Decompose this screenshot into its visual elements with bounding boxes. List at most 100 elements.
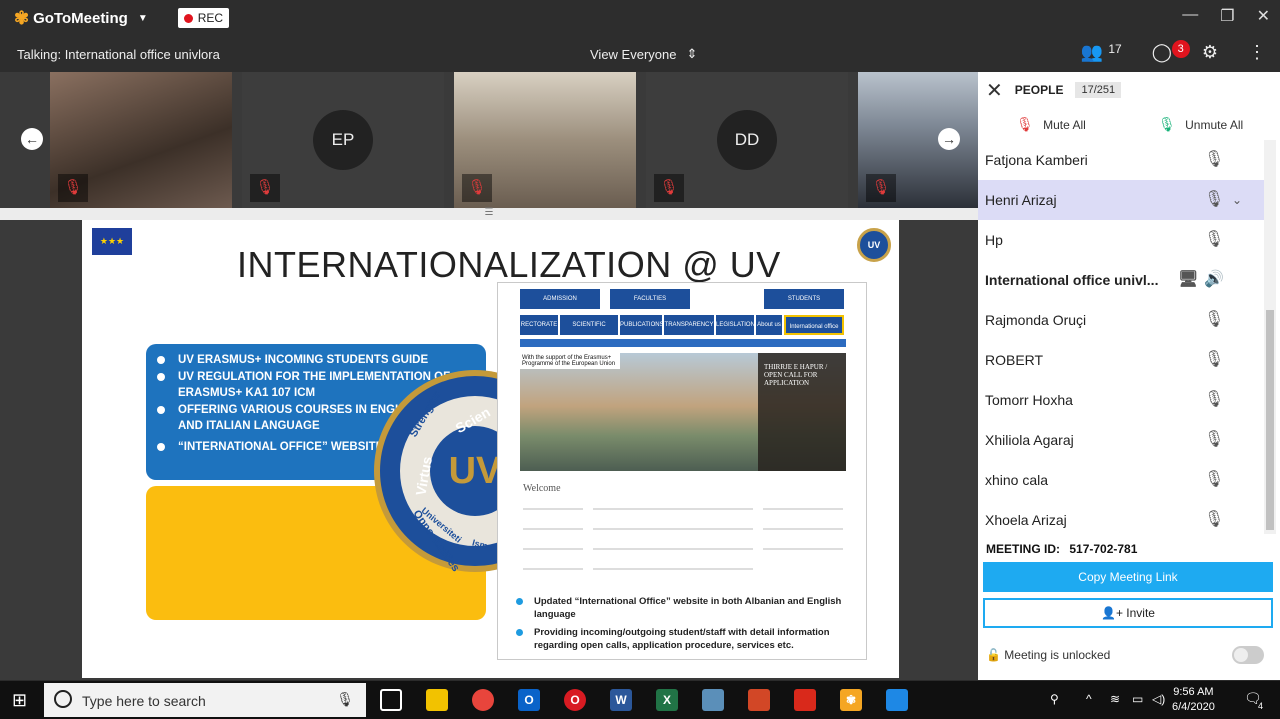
muted-mic-icon[interactable]: 🎙 (1204, 420, 1224, 460)
word-icon[interactable]: W (610, 689, 632, 711)
muted-mic-icon[interactable]: 🎙 (1204, 300, 1224, 340)
volume-icon[interactable]: ◁) (1152, 692, 1165, 706)
muted-mic-icon[interactable]: 🎙 (1204, 140, 1224, 180)
list-item[interactable]: Rajmonda Oruçi 🎙 (978, 300, 1264, 340)
close-icon[interactable]: ✕ (1257, 6, 1270, 26)
gotomeeting-flower-icon: ✾ (14, 7, 30, 28)
people-count: 17 (1108, 42, 1122, 56)
list-item[interactable]: Xhoela Arizaj 🎙 (978, 500, 1264, 540)
people-scrollbar[interactable] (1264, 140, 1276, 534)
divider (593, 528, 753, 530)
mute-controls: 🎙 Mute All 🎙 Unmute All (978, 108, 1280, 140)
video-tile[interactable]: 🎙 (858, 72, 978, 208)
minimize-icon[interactable]: — (1182, 6, 1198, 26)
chevron-down-icon[interactable]: ⌄ (1232, 180, 1242, 220)
meeting-id-label: MEETING ID: (986, 542, 1060, 556)
chrome-icon[interactable] (472, 689, 494, 711)
previous-arrow-icon[interactable]: ← (21, 128, 43, 150)
network-icon[interactable]: ≋ (1110, 692, 1120, 706)
chat-button[interactable]: ◯ 3 (1152, 40, 1190, 63)
person-name: Henri Arizaj (985, 192, 1057, 208)
system-clock[interactable]: 9:56 AM 6/4/2020 (1172, 685, 1215, 715)
video-tile[interactable]: DD 🎙 (646, 72, 848, 208)
web-bullet: Providing incoming/outgoing student/staf… (516, 626, 856, 652)
muted-mic-icon: 🎙 (58, 174, 88, 202)
person-name: xhino cala (985, 472, 1049, 488)
outlook-icon[interactable]: O (518, 689, 540, 711)
divider (593, 548, 753, 550)
gotomeeting-icon[interactable]: ✾ (840, 689, 862, 711)
list-item[interactable]: Fatjona Kamberi 🎙 (978, 140, 1264, 180)
clock-time: 9:56 AM (1173, 686, 1214, 698)
close-panel-icon[interactable]: ✕ (986, 78, 1003, 103)
list-item[interactable]: International office univl... 🖥 🔊 (978, 260, 1264, 300)
muted-mic-icon[interactable]: 🎙 (1204, 220, 1224, 260)
talking-indicator: Talking: International office univlora (17, 47, 220, 62)
unmute-all-button[interactable]: 🎙 Unmute All (1158, 116, 1243, 133)
app-icon[interactable] (886, 689, 908, 711)
excel-icon[interactable]: X (656, 689, 678, 711)
search-input[interactable]: Type here to search 🎙 (44, 683, 366, 717)
windows-start-icon[interactable]: ⊞ (12, 690, 27, 711)
list-item[interactable]: xhino cala 🎙 (978, 460, 1264, 500)
resize-handle[interactable]: ☰ (0, 208, 978, 220)
presentation-slide: ★★★ UV INTERNATIONALIZATION @ UV UV ERAS… (82, 220, 899, 678)
divider (763, 508, 843, 510)
invite-button[interactable]: 👤+ Invite (983, 598, 1273, 628)
muted-mic-icon[interactable]: 🎙 (1204, 180, 1224, 220)
muted-mic-icon[interactable]: 🎙 (1204, 460, 1224, 500)
next-arrow-icon[interactable]: → (938, 128, 960, 150)
list-item[interactable]: Tomorr Hoxha 🎙 (978, 380, 1264, 420)
muted-mic-icon[interactable]: 🎙 (1204, 500, 1224, 540)
web-welcome-heading: Welcome (523, 483, 561, 494)
chevron-down-icon[interactable]: ▼ (138, 13, 148, 24)
meeting-id: MEETING ID: 517-702-781 (986, 542, 1137, 556)
battery-icon[interactable]: ▭ (1132, 692, 1143, 706)
slide-title: INTERNATIONALIZATION @ UV (237, 244, 781, 285)
video-tile[interactable]: 🎙 (454, 72, 636, 208)
file-explorer-icon[interactable] (426, 689, 448, 711)
muted-mic-icon[interactable]: 🎙 (1204, 340, 1224, 380)
scrollbar-thumb[interactable] (1266, 310, 1274, 530)
muted-mic-icon: 🎙 (866, 174, 896, 202)
slide-bullet: OFFERING VARIOUS COURSES IN ENGLISH AND … (152, 402, 422, 435)
list-item[interactable]: Xhiliola Agaraj 🎙 (978, 420, 1264, 460)
video-tile[interactable]: EP 🎙 (242, 72, 444, 208)
muted-mic-icon: 🎙 (654, 174, 684, 202)
microphone-icon[interactable]: 🎙 (336, 691, 354, 708)
restore-icon[interactable]: ❐ (1220, 6, 1234, 26)
app-icon[interactable] (702, 689, 724, 711)
gear-icon[interactable]: ⚙ (1202, 42, 1218, 63)
web-nav-item: STUDENTS (764, 289, 844, 309)
people-tray-icon[interactable]: ⚲ (1050, 692, 1059, 706)
person-name: Rajmonda Oruçi (985, 312, 1087, 328)
video-tile[interactable]: 🎙 (50, 72, 232, 208)
people-icon: 👥 (1080, 42, 1104, 62)
more-menu-icon[interactable]: ⋮ (1248, 42, 1266, 63)
open-call-caption: THIRRJE E HAPUR / OPEN CALL FOR APPLICAT… (758, 353, 846, 471)
list-item[interactable]: ROBERT 🎙 (978, 340, 1264, 380)
mute-all-button[interactable]: 🎙 Mute All (1016, 116, 1086, 133)
app-logo[interactable]: ✾ GoToMeeting ▼ (14, 8, 148, 29)
copy-meeting-link-button[interactable]: Copy Meeting Link (983, 562, 1273, 592)
people-button[interactable]: 👥 17 (1081, 42, 1122, 63)
view-mode-selector[interactable]: View Everyone ⇕ (590, 46, 697, 62)
notification-count: 4 (1258, 701, 1264, 711)
pdf-icon[interactable] (794, 689, 816, 711)
muted-mic-icon[interactable]: 🎙 (1204, 380, 1224, 420)
recording-indicator[interactable]: REC (177, 8, 230, 28)
task-view-icon[interactable] (380, 689, 402, 711)
web-nav-item: PUBLICATIONS (620, 315, 664, 335)
opera-icon[interactable]: O (564, 689, 586, 711)
unmute-all-label: Unmute All (1185, 118, 1244, 132)
mute-all-label: Mute All (1043, 118, 1086, 132)
list-item[interactable]: Hp 🎙 (978, 220, 1264, 260)
list-item[interactable]: Henri Arizaj 🎙 ⌄ (978, 180, 1264, 220)
windows-taskbar: ⊞ Type here to search 🎙 O O W X ✾ ⚲ ^ ≋ … (0, 681, 1280, 719)
web-nav-item: ADMISSION (520, 289, 600, 309)
chevron-up-icon[interactable]: ^ (1086, 692, 1092, 706)
web-banner-photo: With the support of the Erasmus+ Program… (520, 353, 846, 471)
chat-badge: 3 (1171, 40, 1190, 58)
meeting-lock-toggle[interactable] (1232, 646, 1264, 664)
office-icon[interactable] (748, 689, 770, 711)
